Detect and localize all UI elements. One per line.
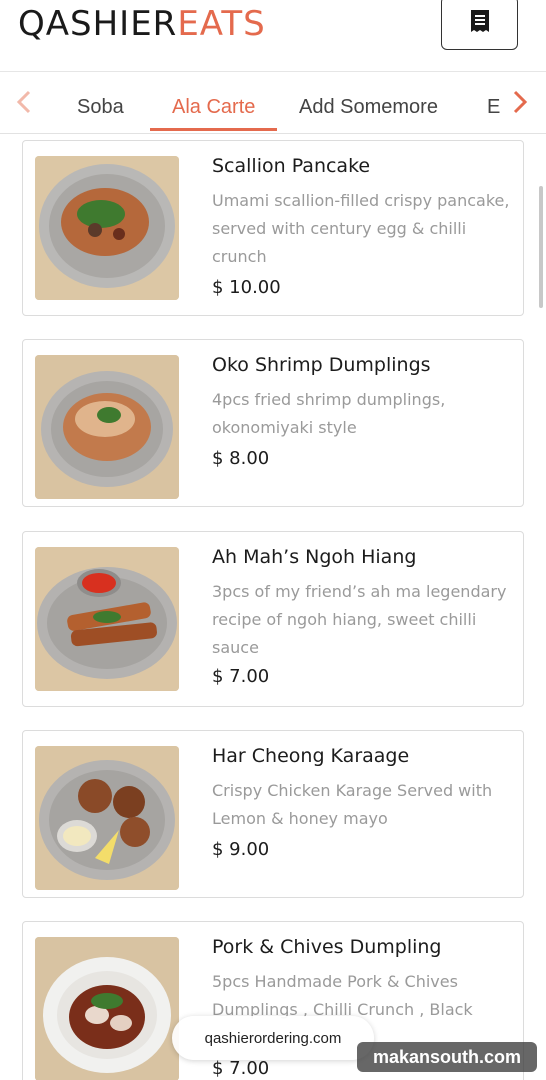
app-header: QASHIEREATS (0, 0, 546, 72)
menu-item-name: Har Cheong Karaage (212, 745, 410, 767)
logo-eats: EATS (177, 4, 266, 44)
watermark-text: makansouth.com (372, 1046, 522, 1067)
menu-item-image (35, 355, 179, 499)
menu-item-price: $ 9.00 (212, 839, 270, 860)
tab-add-somemore[interactable]: Add Somemore (299, 96, 438, 119)
menu-item-card[interactable]: Har Cheong Karaage Crispy Chicken Karage… (22, 730, 524, 898)
chevron-left-icon (16, 90, 32, 119)
tab-soba[interactable]: Soba (77, 96, 124, 119)
active-tab-indicator (150, 128, 277, 131)
menu-item-card[interactable]: Ah Mah’s Ngoh Hiang 3pcs of my friend’s … (22, 531, 524, 707)
menu-item-price: $ 7.00 (212, 1058, 270, 1079)
menu-item-name: Oko Shrimp Dumplings (212, 354, 431, 376)
menu-item-card[interactable]: Oko Shrimp Dumplings 4pcs fried shrimp d… (22, 339, 524, 507)
app-logo[interactable]: QASHIEREATS (18, 4, 266, 44)
menu-item-price: $ 10.00 (212, 277, 281, 298)
tab-ala-carte[interactable]: Ala Carte (172, 96, 255, 119)
menu-item-description: Crispy Chicken Karage Served with Lemon … (212, 781, 493, 828)
category-tabs: Soba Ala Carte Add Somemore E (0, 72, 546, 134)
menu-item-image (35, 746, 179, 890)
menu-item-name: Pork & Chives Dumpling (212, 936, 442, 958)
tabs-prev-button[interactable] (14, 90, 34, 118)
url-text: qashierordering.com (204, 1029, 342, 1047)
tabs-next-button[interactable] (510, 90, 530, 118)
menu-item-description: Umami scallion-filled crispy pancake, se… (212, 191, 510, 266)
menu-item-description: 4pcs fried shrimp dumplings, okonomiyaki… (212, 390, 446, 437)
menu-item-image (35, 937, 179, 1080)
menu-item-image (35, 547, 179, 691)
receipt-list-icon (467, 8, 493, 39)
menu-item-name: Scallion Pancake (212, 155, 371, 177)
logo-qashier: QASHIER (18, 4, 178, 44)
tab-next-category[interactable]: E (487, 96, 500, 119)
menu-item-image (35, 156, 179, 300)
chevron-right-icon (512, 90, 528, 119)
menu-item-name: Ah Mah’s Ngoh Hiang (212, 546, 417, 568)
watermark: makansouth.com (357, 1042, 537, 1072)
scrollbar[interactable] (539, 186, 543, 308)
menu-item-description: 3pcs of my friend’s ah ma legendary reci… (212, 582, 507, 657)
menu-item-price: $ 7.00 (212, 666, 270, 687)
menu-item-price: $ 8.00 (212, 448, 270, 469)
menu-list: Scallion Pancake Umami scallion-filled c… (0, 135, 546, 1080)
menu-item-card[interactable]: Scallion Pancake Umami scallion-filled c… (22, 140, 524, 316)
menu-button[interactable] (441, 0, 518, 50)
browser-url-bar[interactable]: qashierordering.com (172, 1016, 374, 1060)
